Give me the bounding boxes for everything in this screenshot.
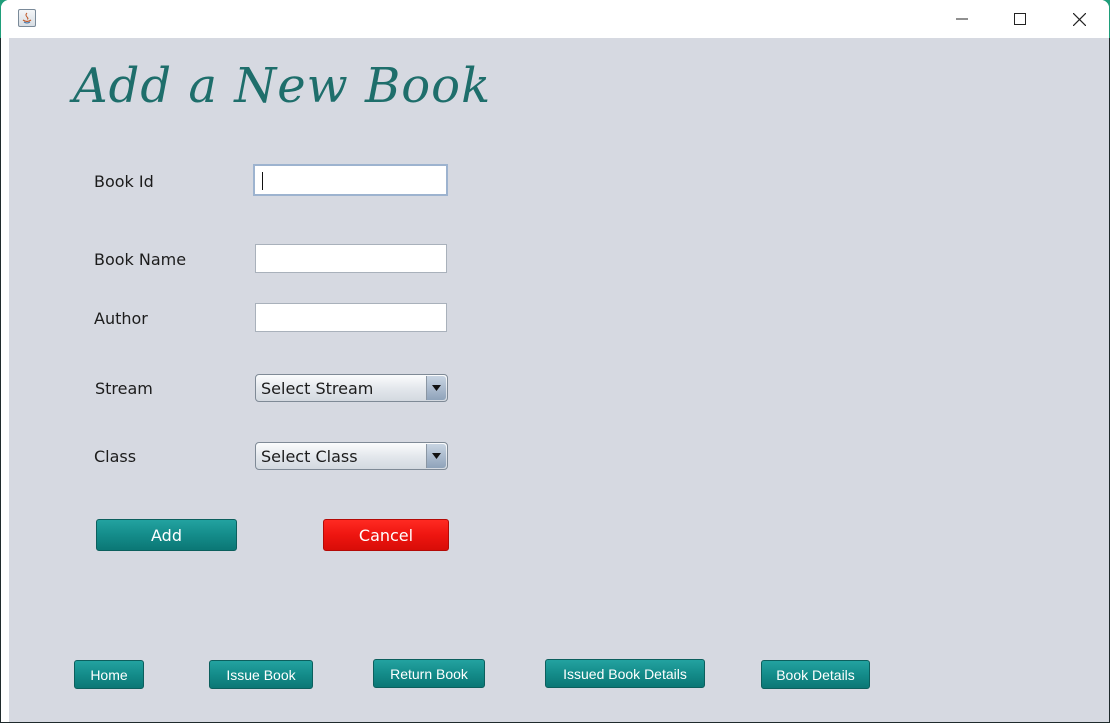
nav-book-details-button[interactable]: Book Details bbox=[761, 660, 870, 689]
nav-return-book-button[interactable]: Return Book bbox=[373, 659, 485, 688]
stream-dropdown[interactable]: Select Stream bbox=[255, 374, 448, 402]
book-name-label: Book Name bbox=[94, 250, 187, 269]
author-input[interactable] bbox=[255, 303, 447, 332]
nav-issued-book-details-button[interactable]: Issued Book Details bbox=[545, 659, 705, 688]
class-dropdown-arrow[interactable] bbox=[426, 444, 446, 468]
class-dropdown[interactable]: Select Class bbox=[255, 442, 448, 470]
nav-issue-book-button[interactable]: Issue Book bbox=[209, 660, 313, 689]
close-button[interactable] bbox=[1050, 0, 1108, 38]
book-id-input[interactable] bbox=[253, 164, 448, 196]
close-icon bbox=[1072, 12, 1086, 26]
chevron-down-icon bbox=[432, 385, 441, 391]
page-title: Add a New Book bbox=[73, 58, 492, 114]
minimize-icon bbox=[956, 18, 968, 20]
class-selected-value: Select Class bbox=[261, 447, 358, 466]
maximize-icon bbox=[1014, 13, 1026, 25]
book-name-input[interactable] bbox=[255, 244, 447, 273]
author-label: Author bbox=[94, 309, 148, 328]
stream-label: Stream bbox=[95, 379, 153, 398]
minimize-button[interactable] bbox=[933, 0, 991, 38]
add-button[interactable]: Add bbox=[96, 519, 237, 551]
maximize-button[interactable] bbox=[991, 0, 1049, 38]
book-id-label: Book Id bbox=[94, 172, 154, 191]
chevron-down-icon bbox=[432, 453, 441, 459]
app-window: Add a New Book Book Id Book Name Author … bbox=[1, 0, 1109, 722]
class-label: Class bbox=[94, 447, 137, 466]
nav-home-button[interactable]: Home bbox=[74, 660, 144, 689]
form-panel: Add a New Book Book Id Book Name Author … bbox=[9, 38, 1109, 722]
text-caret bbox=[262, 172, 263, 190]
cancel-button[interactable]: Cancel bbox=[323, 519, 449, 551]
stream-selected-value: Select Stream bbox=[261, 379, 374, 398]
java-app-icon bbox=[18, 9, 36, 27]
title-bar[interactable] bbox=[1, 0, 1109, 38]
stream-dropdown-arrow[interactable] bbox=[426, 376, 446, 400]
